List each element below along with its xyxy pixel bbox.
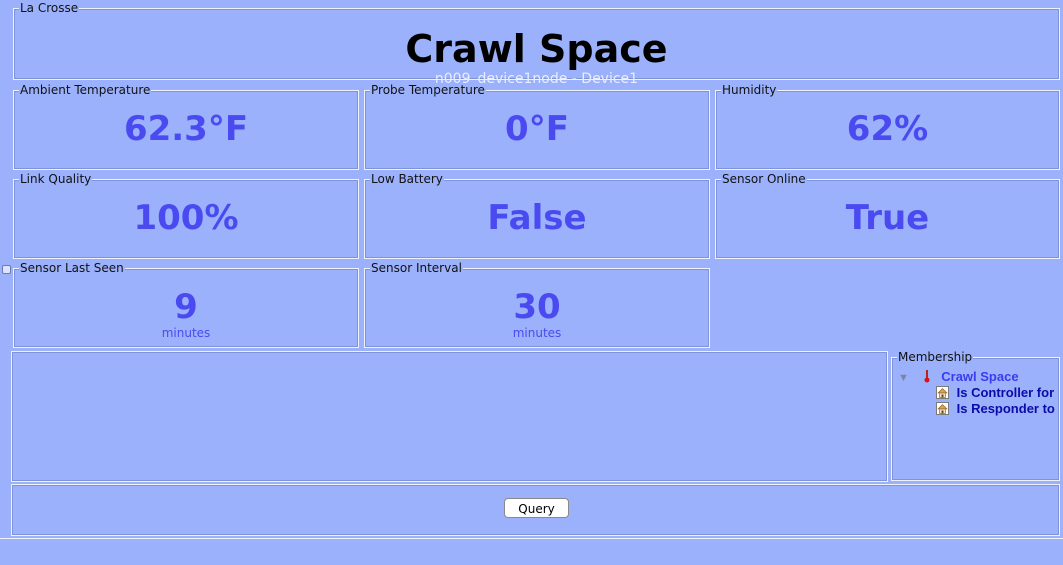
tree-root-label: Crawl Space xyxy=(941,369,1019,384)
header-panel: La Crosse Crawl Space n009_device1node -… xyxy=(13,1,1060,87)
page-subtitle: n009_device1node - Device1 xyxy=(434,71,639,87)
status-strip xyxy=(0,538,1063,565)
tree-item-responder[interactable]: Is Responder to xyxy=(936,401,1055,416)
sensor-interval-unit: minutes xyxy=(512,326,562,340)
page-title: Crawl Space xyxy=(405,27,668,71)
responder-label: Is Responder to xyxy=(956,401,1055,416)
controller-label: Is Controller for xyxy=(956,385,1055,400)
sensor-last-seen-value: 9 xyxy=(174,287,198,327)
panel-label: Sensor Interval xyxy=(370,261,463,275)
sensor-interval-value: 30 xyxy=(513,287,561,327)
header-group-label: La Crosse xyxy=(19,1,80,15)
thermometer-icon xyxy=(924,370,930,383)
house-icon xyxy=(936,386,949,399)
panel-humidity: Humidity 62% xyxy=(715,83,1060,170)
panel-label: Link Quality xyxy=(19,172,93,186)
humidity-value: 62% xyxy=(846,109,929,149)
panel-probe-temperature: Probe Temperature 0°F xyxy=(364,83,710,170)
panel-label: Sensor Online xyxy=(721,172,807,186)
panel-ambient-temperature: Ambient Temperature 62.3°F xyxy=(13,83,359,170)
panel-label: Probe Temperature xyxy=(370,83,486,97)
probe-temperature-value: 0°F xyxy=(505,109,569,149)
triangle-down-icon[interactable]: ▼ xyxy=(898,372,909,384)
panel-label: Humidity xyxy=(721,83,778,97)
panel-low-battery: Low Battery False xyxy=(364,172,710,259)
panel-label: Low Battery xyxy=(370,172,444,186)
panel-sensor-interval: Sensor Interval 30 minutes xyxy=(364,261,710,348)
panel-link-quality: Link Quality 100% xyxy=(13,172,359,259)
membership-label: Membership xyxy=(897,350,974,364)
panel-sensor-last-seen: Sensor Last Seen 9 minutes xyxy=(13,261,359,348)
tree-root-crawl-space[interactable]: ▼ Crawl Space xyxy=(898,369,1019,384)
house-icon xyxy=(936,402,949,415)
low-battery-value: False xyxy=(487,198,587,238)
sensor-last-seen-unit: minutes xyxy=(161,326,211,340)
sensor-online-value: True xyxy=(845,198,930,238)
query-button[interactable]: Query xyxy=(504,498,569,518)
ambient-temperature-value: 62.3°F xyxy=(123,109,249,149)
membership-panel: Membership ▼ Crawl Space Is Controller f… xyxy=(891,350,1060,481)
link-quality-value: 100% xyxy=(133,198,239,238)
panel-label: Sensor Last Seen xyxy=(19,261,125,275)
resize-handle-icon[interactable] xyxy=(2,265,11,274)
content-area xyxy=(11,351,888,482)
tree-item-controller[interactable]: Is Controller for xyxy=(936,385,1054,400)
panel-label: Ambient Temperature xyxy=(19,83,152,97)
panel-sensor-online: Sensor Online True xyxy=(715,172,1060,259)
